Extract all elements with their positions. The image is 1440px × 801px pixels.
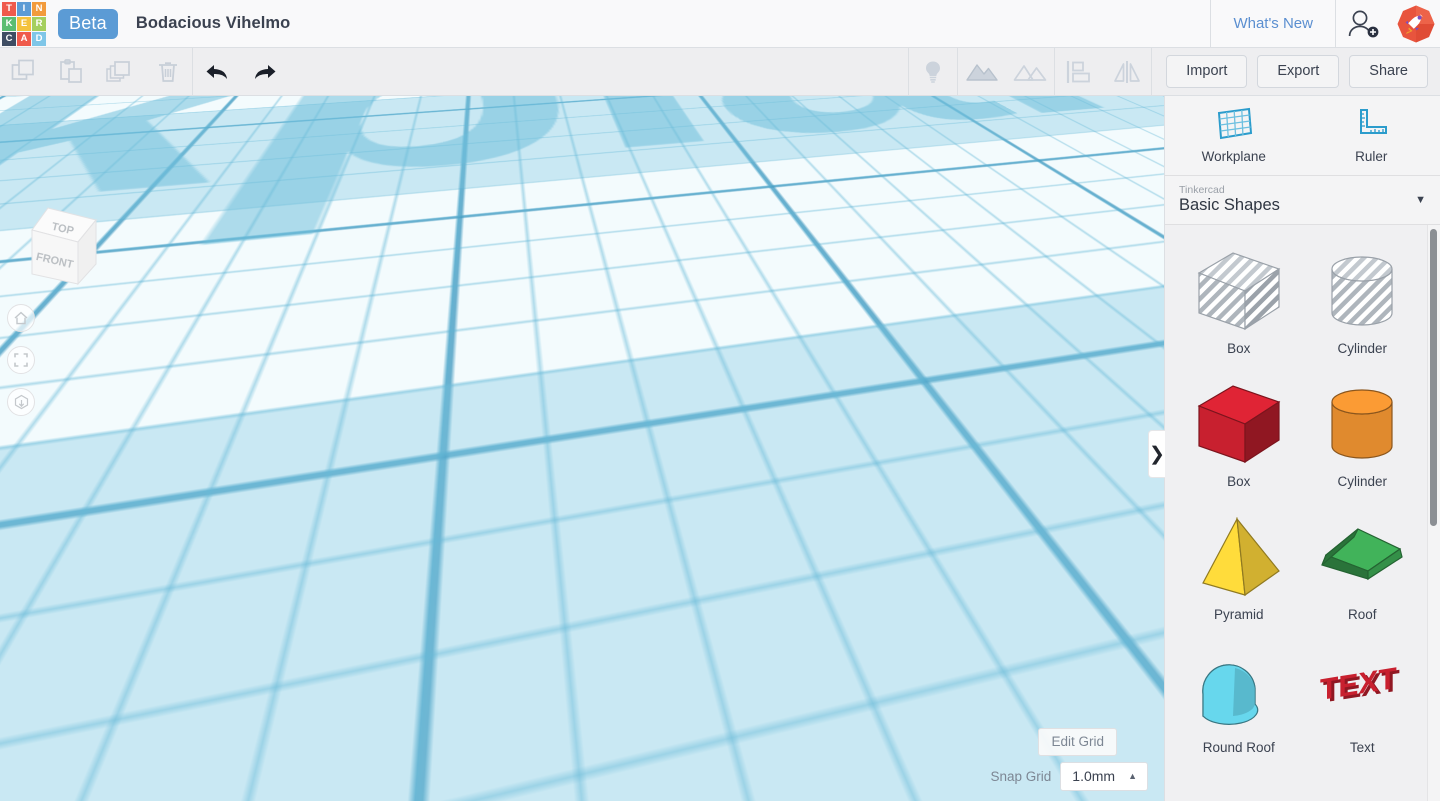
workplane-tool-label: Workplane	[1201, 149, 1266, 164]
home-icon	[14, 311, 28, 325]
shape-cylinder-orange[interactable]: Cylinder	[1301, 368, 1425, 501]
workplane-canvas[interactable]: Workplane TOP FRONT Edit Grid Snap Grid …	[0, 96, 1164, 801]
shape-library-text: Tinkercad Basic Shapes	[1179, 184, 1415, 216]
import-button[interactable]: Import	[1166, 55, 1248, 88]
snap-grid-label: Snap Grid	[990, 769, 1052, 784]
snap-grid-value: 1.0mm	[1072, 768, 1116, 784]
shape-cylinder-orange-label: Cylinder	[1337, 474, 1388, 489]
logo-cell-t: T	[2, 1, 16, 16]
shape-text-label: Text	[1349, 740, 1375, 755]
shape-list-scroll-area[interactable]: Box Cylinder Box Cylinder Pyramid Roof Round R…	[1165, 225, 1440, 801]
shape-round-roof-label: Round Roof	[1202, 740, 1275, 755]
shape-list-scrollbar-track[interactable]	[1427, 225, 1440, 801]
logo-cell-r: R	[32, 16, 46, 31]
header-right-cluster: What's New	[1210, 0, 1440, 48]
app-header: TIN KER CAD Beta Bodacious Vihelmo What's …	[0, 0, 1440, 48]
document-title[interactable]: Bodacious Vihelmo	[136, 14, 291, 33]
shape-box-hole[interactable]: Box	[1177, 235, 1301, 368]
toolbar-actions: Import Export Share	[1152, 48, 1440, 96]
panel-tool-row: Workplane Ruler	[1165, 96, 1440, 176]
panel-collapse-button[interactable]: ❯	[1148, 430, 1165, 478]
shape-roof[interactable]: Roof	[1301, 501, 1425, 634]
shape-cylinder-hole-label: Cylinder	[1337, 341, 1388, 356]
logo-cell-c: C	[2, 31, 16, 46]
shape-cylinder-orange-icon	[1310, 376, 1414, 472]
workplane-tool[interactable]: Workplane	[1165, 96, 1303, 175]
ruler-tool[interactable]: Ruler	[1303, 96, 1440, 175]
shapes-panel: Workplane Ruler Tinkercad Basic Shapes ▼…	[1164, 96, 1440, 801]
shape-box-red[interactable]: Box	[1177, 368, 1301, 501]
undo-button[interactable]	[193, 48, 241, 96]
group-button[interactable]	[958, 48, 1006, 96]
shape-cylinder-hole-icon	[1310, 243, 1414, 339]
ruler-icon	[1360, 109, 1388, 134]
logo-cell-k: K	[2, 16, 16, 31]
shape-list-scrollbar-thumb[interactable]	[1430, 229, 1437, 526]
rocket-avatar-icon[interactable]	[1392, 0, 1440, 48]
copy-button[interactable]	[0, 48, 48, 96]
shape-text[interactable]: TEXT TEXT Text	[1301, 634, 1425, 767]
shape-round-roof[interactable]: Round Roof	[1177, 634, 1301, 767]
shape-library-title: Basic Shapes	[1179, 196, 1280, 215]
shape-pyramid-label: Pyramid	[1213, 607, 1264, 622]
shape-box-hole-label: Box	[1227, 341, 1251, 356]
shape-text-icon: TEXT TEXT	[1310, 642, 1414, 738]
tinkercad-logo[interactable]: TIN KER CAD	[0, 0, 48, 48]
align-button[interactable]	[1055, 48, 1103, 96]
redo-button[interactable]	[241, 48, 289, 96]
delete-button[interactable]	[144, 48, 192, 96]
snap-grid-control: Snap Grid 1.0mm ▲	[990, 762, 1148, 791]
export-button[interactable]: Export	[1257, 55, 1340, 88]
main-toolbar: Import Export Share	[0, 47, 1440, 96]
svg-text:TEXT: TEXT	[1320, 662, 1397, 707]
snap-grid-select[interactable]: 1.0mm ▲	[1060, 762, 1148, 791]
edit-grid-button[interactable]: Edit Grid	[1038, 728, 1117, 756]
shape-box-hole-icon	[1187, 243, 1291, 339]
fit-screen-icon	[14, 353, 28, 367]
ruler-tool-label: Ruler	[1355, 149, 1388, 164]
logo-cell-a: A	[17, 31, 31, 46]
clipboard-button-group	[0, 48, 192, 96]
light-button-group	[909, 48, 957, 96]
shape-library-select[interactable]: Tinkercad Basic Shapes ▼	[1165, 176, 1440, 225]
home-view-button[interactable]	[7, 304, 35, 332]
view-cube[interactable]: TOP FRONT	[18, 202, 110, 302]
shape-box-red-label: Box	[1227, 474, 1251, 489]
perspective-toggle-button[interactable]	[7, 388, 35, 416]
logo-cell-e: E	[17, 16, 31, 31]
shape-cylinder-hole[interactable]: Cylinder	[1301, 235, 1425, 368]
person-add-icon[interactable]	[1336, 0, 1392, 48]
mirror-button[interactable]	[1103, 48, 1151, 96]
shape-roof-label: Roof	[1347, 607, 1377, 622]
paste-button[interactable]	[48, 48, 96, 96]
ungroup-button[interactable]	[1006, 48, 1054, 96]
shape-round-roof-icon	[1187, 642, 1291, 738]
light-button[interactable]	[909, 48, 957, 96]
logo-cell-n: N	[32, 1, 46, 16]
logo-cell-d: D	[32, 31, 46, 46]
caret-up-icon: ▲	[1128, 771, 1137, 781]
beta-badge: Beta	[58, 8, 118, 39]
share-button[interactable]: Share	[1349, 55, 1428, 88]
align-button-group	[1055, 48, 1151, 96]
duplicate-button[interactable]	[96, 48, 144, 96]
fit-to-view-button[interactable]	[7, 346, 35, 374]
whats-new-link[interactable]: What's New	[1211, 0, 1335, 48]
workplane-grid-icon	[1217, 107, 1252, 140]
shape-roof-icon	[1310, 509, 1414, 605]
group-button-group	[958, 48, 1054, 96]
logo-cell-i: I	[17, 1, 31, 16]
shape-pyramid[interactable]: Pyramid	[1177, 501, 1301, 634]
perspective-cube-icon	[14, 394, 28, 409]
chevron-down-icon: ▼	[1415, 194, 1426, 206]
history-button-group	[193, 48, 289, 96]
workplane-3d-scene[interactable]: Workplane	[0, 96, 1164, 801]
shape-pyramid-icon	[1187, 509, 1291, 605]
shape-box-red-icon	[1187, 376, 1291, 472]
shape-library-kicker: Tinkercad	[1179, 184, 1225, 197]
